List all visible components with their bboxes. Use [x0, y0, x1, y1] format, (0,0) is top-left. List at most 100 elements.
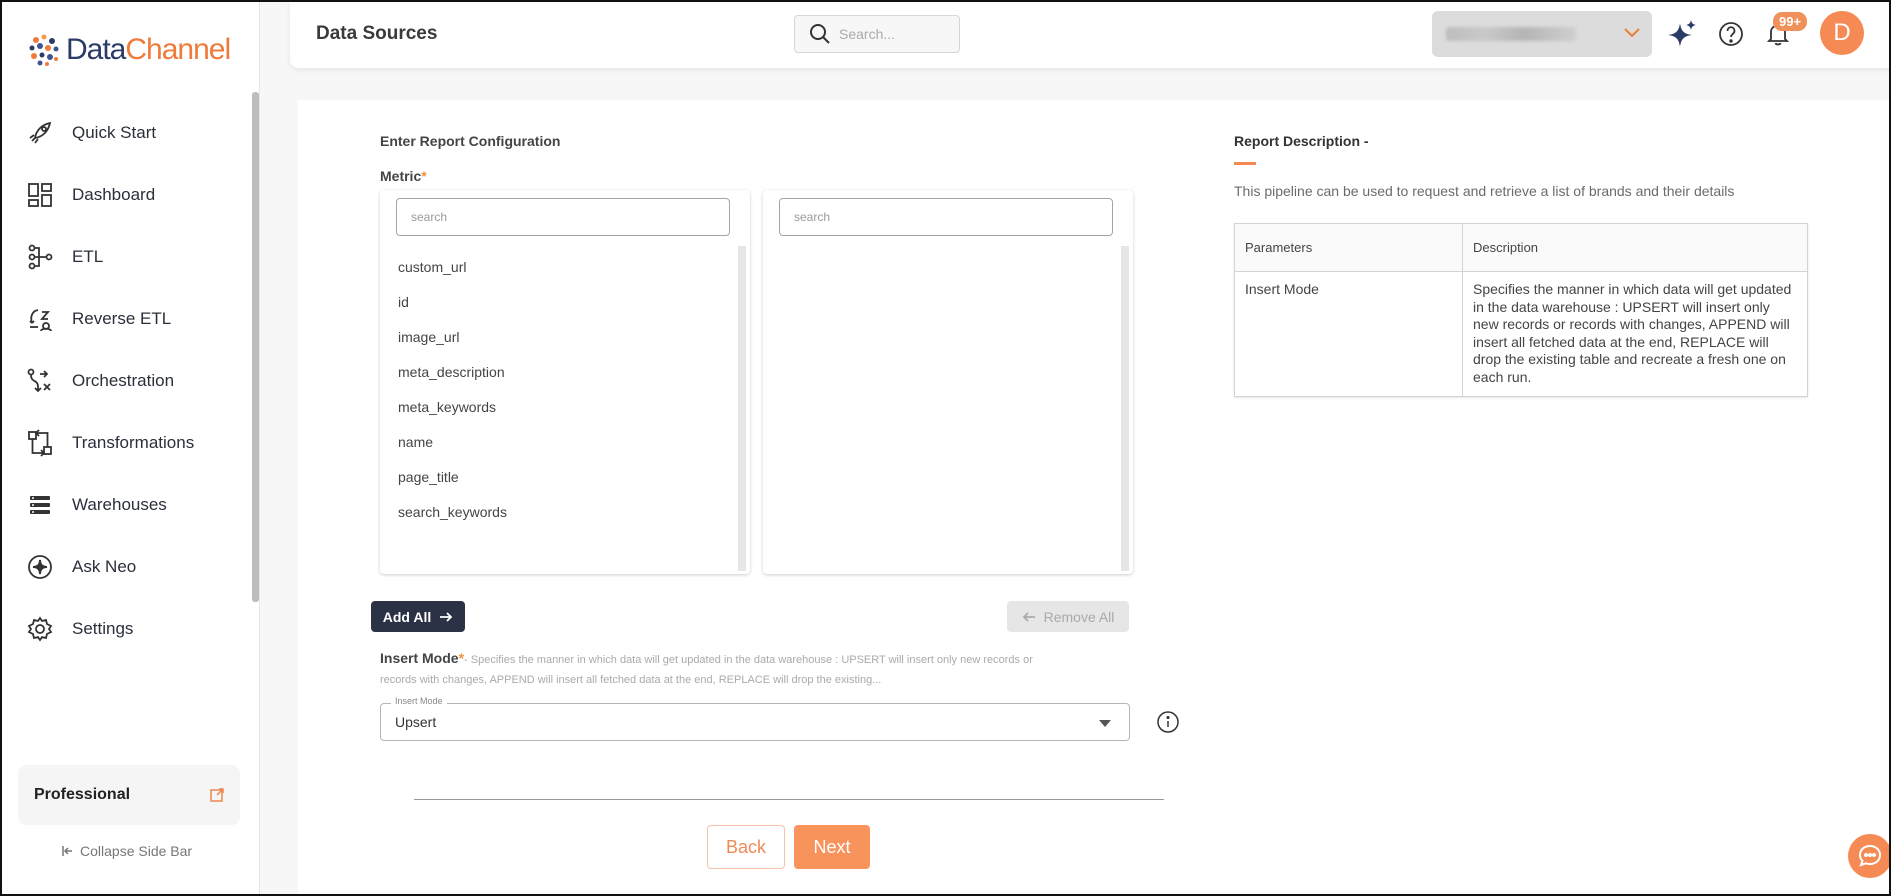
sidebar-item-label: Ask Neo	[72, 557, 137, 576]
column-header-description: Description	[1462, 223, 1808, 272]
table-row: Insert Mode Specifies the manner in whic…	[1234, 271, 1808, 397]
workspace-name-redacted	[1446, 27, 1576, 41]
available-metrics-scrollbar[interactable]	[738, 246, 746, 571]
selected-metrics-panel: search	[763, 190, 1133, 574]
sidebar-item-etl[interactable]: ETL	[2, 226, 252, 288]
list-item[interactable]: page_title	[398, 460, 507, 495]
transformations-icon	[28, 429, 52, 457]
list-item[interactable]: id	[398, 285, 507, 320]
insert-mode-select[interactable]: Insert Mode Upsert	[380, 696, 1130, 741]
help-icon	[1719, 22, 1743, 46]
page-title: Data Sources	[316, 23, 438, 44]
logo-text-channel: Channel	[125, 33, 231, 66]
top-header: Data Sources Search... 99+ D	[290, 2, 1889, 68]
dashboard-icon	[28, 183, 52, 207]
rocket-icon	[29, 121, 52, 144]
help-button[interactable]	[1713, 16, 1749, 52]
sidebar-item-label: ETL	[72, 247, 104, 266]
list-item[interactable]: image_url	[398, 320, 507, 355]
parameter-cell: Insert Mode	[1234, 271, 1463, 397]
sidebar-item-warehouses[interactable]: Warehouses	[2, 474, 252, 536]
available-metrics-list: custom_url id image_url meta_description…	[398, 250, 507, 530]
plan-card[interactable]: Professional	[18, 765, 240, 825]
report-description-text: This pipeline can be used to request and…	[1234, 183, 1735, 199]
available-metrics-search-placeholder: search	[411, 210, 448, 224]
selected-metrics-search-placeholder: search	[794, 210, 831, 224]
collapse-sidebar-button[interactable]: Collapse Side Bar	[62, 843, 192, 859]
sidebar-item-label: Settings	[72, 619, 134, 638]
chevron-down-icon	[1624, 28, 1640, 38]
table-header-row: Parameters Description	[1234, 223, 1808, 272]
insert-mode-hint: - Specifies the manner in which data wil…	[380, 654, 1033, 686]
sidebar-item-settings[interactable]: Settings	[2, 598, 252, 660]
sidebar-item-quick-start[interactable]: Quick Start	[2, 102, 252, 164]
reverse-etl-icon	[29, 309, 52, 332]
sidebar-item-reverse-etl[interactable]: Reverse ETL	[2, 288, 252, 350]
list-item[interactable]: name	[398, 425, 507, 460]
list-item[interactable]: meta_description	[398, 355, 507, 390]
required-mark: *	[421, 168, 427, 184]
main-content: Enter Report Configuration Metric* searc…	[298, 100, 1889, 894]
sidebar-scrollbar[interactable]	[252, 92, 259, 602]
logo[interactable]: DataChannel	[26, 32, 231, 68]
list-item[interactable]: search_keywords	[398, 495, 507, 530]
column-header-parameters: Parameters	[1234, 223, 1463, 272]
warehouses-icon	[30, 496, 50, 514]
add-all-label: Add All	[382, 608, 432, 625]
arrow-right-icon	[440, 611, 453, 622]
footer-divider	[414, 799, 1164, 800]
available-metrics-search-input[interactable]: search	[396, 198, 730, 236]
sidebar-item-label: Warehouses	[72, 495, 167, 514]
arrow-left-icon	[1022, 611, 1035, 622]
external-link-icon[interactable]	[210, 788, 224, 802]
title-underline	[1234, 162, 1256, 165]
sidebar-item-ask-neo[interactable]: Ask Neo	[2, 536, 252, 598]
sidebar-item-transformations[interactable]: Transformations	[2, 412, 252, 474]
workspace-select[interactable]	[1432, 11, 1652, 57]
list-item[interactable]: meta_keywords	[398, 390, 507, 425]
global-search-input[interactable]: Search...	[794, 15, 960, 53]
list-item[interactable]: custom_url	[398, 250, 507, 285]
metric-label: Metric*	[380, 168, 427, 184]
etl-icon	[28, 244, 53, 270]
sidebar-item-label: Reverse ETL	[72, 309, 172, 328]
sidebar-item-label: Quick Start	[72, 123, 157, 142]
plan-name: Professional	[34, 786, 131, 803]
sparkle-icon	[28, 555, 52, 579]
sidebar-nav: Quick Start Dashboard ETL Reverse ETL Or…	[2, 102, 252, 660]
dropdown-caret-icon	[1099, 720, 1111, 727]
selected-metrics-search-input[interactable]: search	[779, 198, 1113, 236]
ai-sparkle-button[interactable]	[1665, 16, 1701, 52]
sidebar-scrollbar-thumb[interactable]	[252, 92, 259, 602]
insert-mode-field-label: Insert Mode	[391, 696, 447, 706]
selected-metrics-scrollbar[interactable]	[1121, 246, 1129, 571]
available-metrics-panel: search custom_url id image_url meta_desc…	[380, 190, 750, 574]
insert-mode-label: Insert Mode	[380, 650, 459, 666]
sparkles-icon	[1668, 20, 1696, 47]
user-avatar[interactable]: D	[1820, 11, 1864, 55]
app-window: DataChannel Quick Start Dashboard ETL Re…	[0, 0, 1891, 896]
orchestration-icon	[27, 368, 51, 393]
collapse-sidebar-label: Collapse Side Bar	[80, 843, 193, 859]
collapse-left-icon	[62, 846, 72, 856]
notification-count-badge: 99+	[1773, 12, 1808, 31]
info-icon	[1157, 711, 1179, 733]
report-description-title: Report Description -	[1234, 133, 1369, 149]
info-button[interactable]	[1156, 710, 1180, 739]
back-button[interactable]: Back	[707, 825, 785, 869]
remove-all-label: Remove All	[1043, 608, 1115, 625]
sidebar-item-label: Transformations	[72, 433, 195, 452]
chat-support-button[interactable]	[1848, 834, 1889, 878]
logo-mark-icon	[26, 32, 62, 68]
insert-mode-value: Upsert	[395, 714, 437, 730]
search-icon	[810, 24, 830, 44]
sidebar-item-dashboard[interactable]: Dashboard	[2, 164, 252, 226]
metric-label-text: Metric	[380, 168, 422, 184]
description-cell: Specifies the manner in which data will …	[1462, 271, 1808, 397]
sidebar-item-orchestration[interactable]: Orchestration	[2, 350, 252, 412]
add-all-button[interactable]: Add All	[371, 601, 465, 632]
next-button[interactable]: Next	[794, 825, 870, 869]
remove-all-button[interactable]: Remove All	[1007, 601, 1129, 632]
report-config-title: Enter Report Configuration	[380, 133, 561, 149]
sidebar-item-label: Dashboard	[72, 185, 156, 204]
